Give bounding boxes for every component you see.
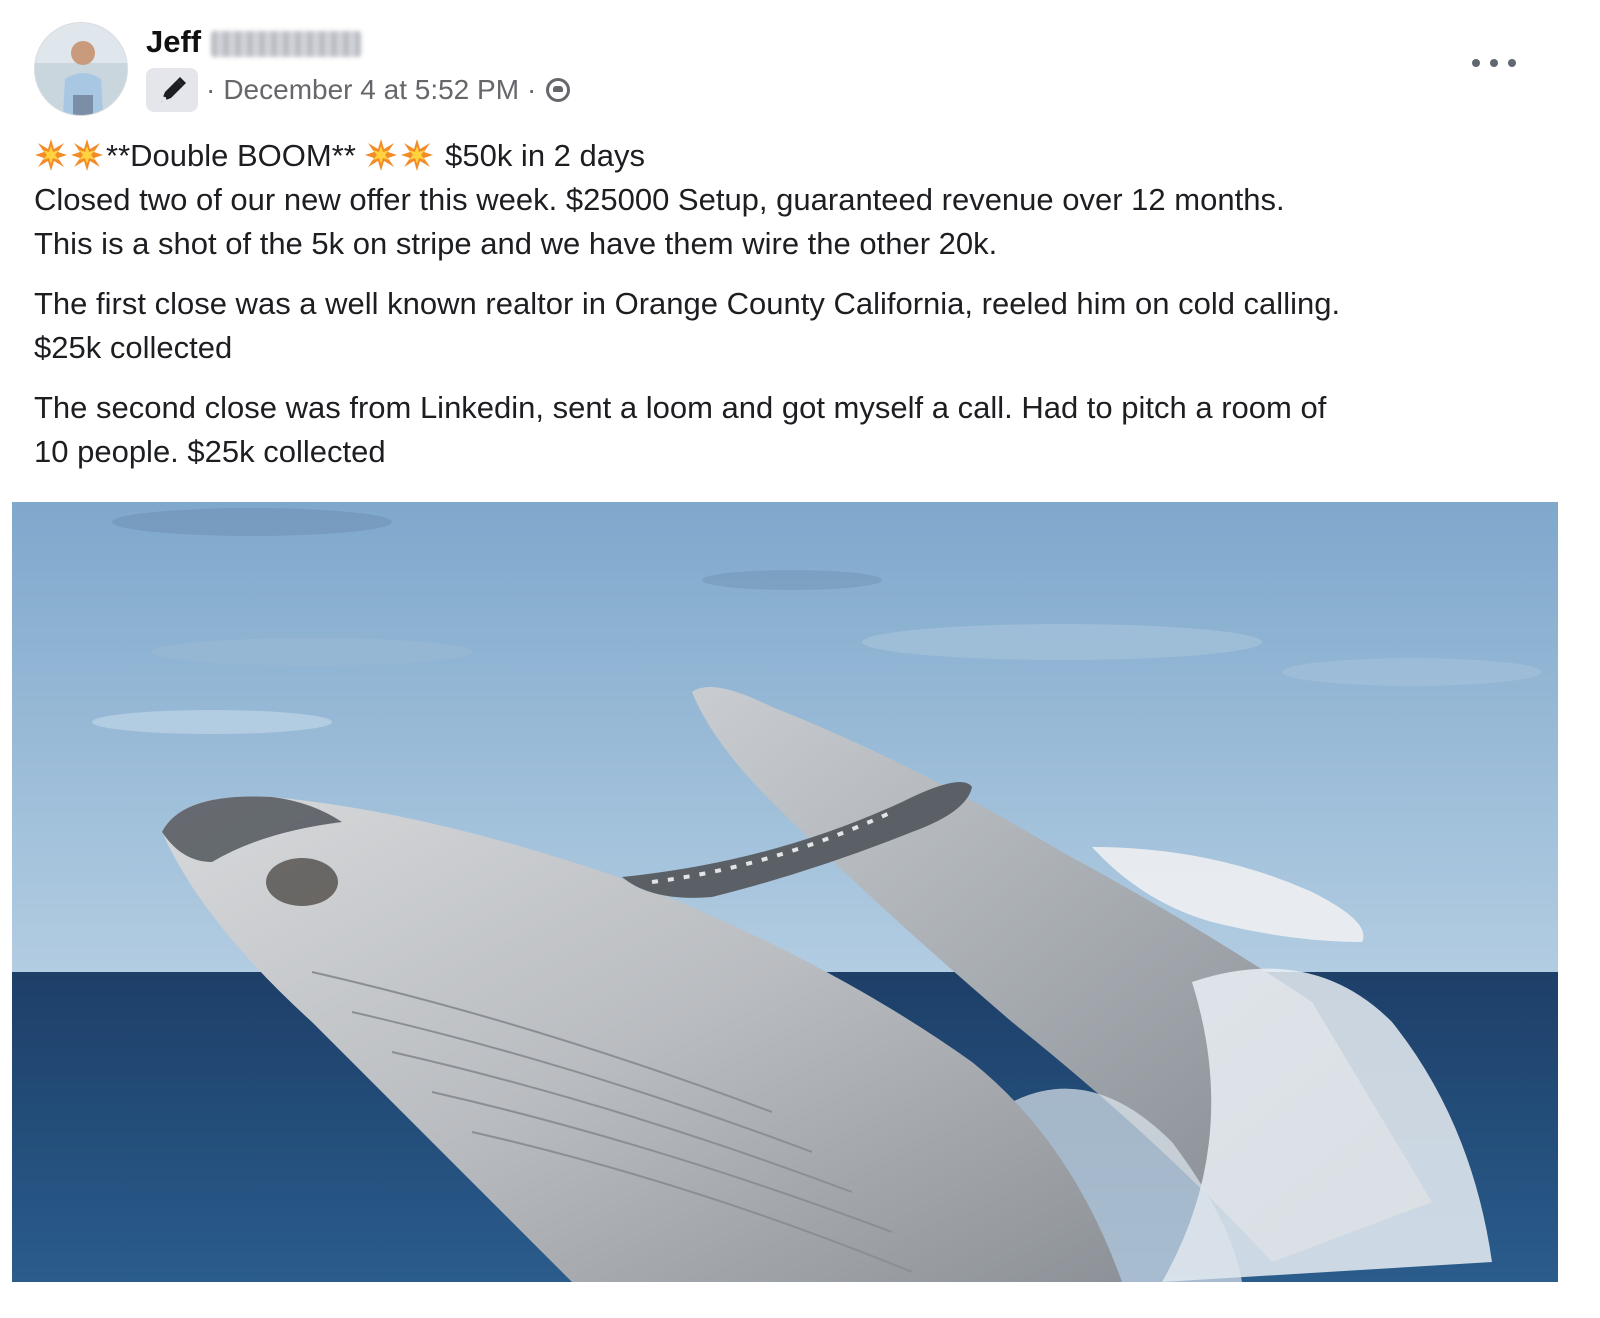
redacted-last-name (211, 31, 362, 57)
post-meta: · December 4 at 5:52 PM · (146, 68, 571, 112)
post-line: The first close was a well known realtor… (34, 286, 1341, 321)
collision-emoji (35, 139, 67, 171)
collision-emoji (401, 139, 434, 171)
headline-prefix: **Double BOOM** (106, 138, 356, 173)
globe-icon[interactable] (546, 78, 571, 102)
headline-suffix: $50k in 2 days (445, 138, 646, 173)
post-photo[interactable] (12, 502, 1558, 1282)
post-line: 10 people. $25k collected (34, 434, 386, 469)
more-options-icon[interactable] (1472, 48, 1516, 78)
post-line: $25k collected (34, 330, 233, 365)
author-first-name[interactable]: Jeff (146, 24, 201, 60)
post-timestamp[interactable]: December 4 at 5:52 PM (223, 74, 519, 106)
meta-separator: · (206, 74, 216, 105)
avatar-photo (35, 23, 127, 115)
facebook-post: Jeff · December 4 at 5:52 PM · **Double … (0, 0, 1600, 1318)
collision-emoji (71, 139, 103, 171)
post-text: **Double BOOM** $50k in 2 days Closed tw… (34, 134, 1574, 474)
post-line: The second close was from Linkedin, sent… (34, 390, 1327, 425)
meta-separator: · (527, 74, 537, 105)
author-avatar[interactable] (34, 22, 128, 116)
author-name[interactable]: Jeff (146, 24, 362, 60)
post-headline: **Double BOOM** $50k in 2 days (34, 134, 1574, 178)
post-line: Closed two of our new offer this week. $… (34, 182, 1285, 217)
collision-emoji (365, 139, 398, 171)
pen-icon[interactable] (146, 68, 198, 112)
post-line: This is a shot of the 5k on stripe and w… (34, 226, 998, 261)
